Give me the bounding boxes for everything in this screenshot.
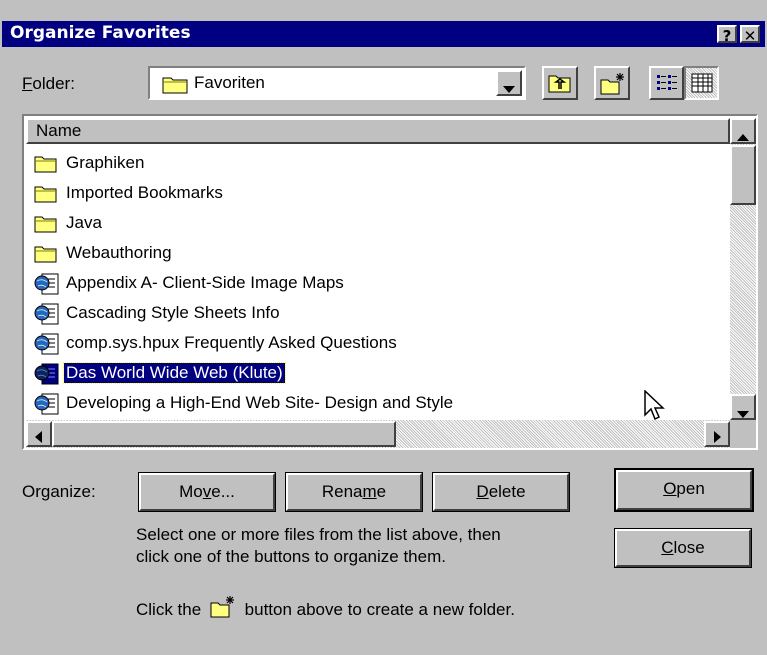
folder-dropdown-button[interactable] [496,70,522,96]
delete-button-face: Delete [433,473,569,511]
hint-text-post: button above to create a new folder. [244,600,515,619]
folder-icon [34,154,58,179]
scroll-right-button[interactable] [704,421,730,447]
favorites-list[interactable]: Name Graphiken Imported Bookmarks Java W… [22,114,758,450]
internet-shortcut-icon [34,302,60,331]
instructions-line-2: click one of the buttons to organize the… [136,547,446,566]
up-one-level-button[interactable] [542,66,578,100]
help-icon: ? [722,27,732,45]
chevron-left-icon [35,428,43,448]
move-label-post: e... [211,482,235,501]
close-label-mnemonic: C [661,538,674,557]
folder-icon [34,214,58,239]
close-icon: ✕ [743,27,757,45]
scroll-up-button[interactable] [730,118,756,144]
rename-button[interactable]: Rename [285,472,423,512]
help-button[interactable]: ? [717,25,737,45]
new-folder-button[interactable] [594,66,630,100]
new-folder-icon [210,596,236,624]
close-button-face: Close [615,529,751,567]
rename-button-face: Rename [286,473,422,511]
new-folder-icon [600,72,626,101]
window-title: Organize Favorites [10,23,191,43]
folder-label-text: older: [32,74,75,93]
details-view-icon [691,73,713,98]
column-header-name[interactable]: Name [26,118,730,144]
folder-label-mnemonic: F [22,74,33,93]
move-label-mnemonic: v [202,482,212,501]
chevron-up-icon [737,127,749,147]
delete-button[interactable]: Delete [432,472,570,512]
delete-label-mnemonic: D [476,482,489,501]
list-item-label: Webauthoring [66,243,172,262]
open-label-post: pen [676,479,705,498]
list-item-label: Imported Bookmarks [66,183,223,202]
organize-label: Organize: [22,482,96,501]
vertical-scrollbar[interactable] [730,118,756,420]
horizontal-scroll-thumb[interactable] [52,421,396,447]
horizontal-scrollbar[interactable] [26,420,730,448]
open-button[interactable]: Open [614,468,754,512]
close-window-button[interactable]: ✕ [740,25,760,45]
list-item-label: Cascading Style Sheets Info [66,303,280,322]
list-view-icon [656,73,678,98]
list-item-label: Das World Wide Web (Klute) [63,362,286,384]
folder-label: Folder: [22,74,75,94]
title-bar[interactable]: Organize Favorites ? ✕ [2,21,765,47]
folder-selected-value: Favoriten [194,73,265,92]
folder-combobox[interactable]: Favoriten [148,66,526,100]
up-one-level-icon [548,72,572,99]
rename-label-pre: Rena [321,482,363,501]
internet-shortcut-icon [34,272,60,301]
internet-shortcut-icon [34,392,60,421]
close-button[interactable]: Close [614,528,752,568]
list-item-label: comp.sys.hpux Frequently Asked Questions [66,333,397,352]
folder-icon [34,184,58,209]
scroll-corner [730,420,756,448]
chevron-down-icon [503,79,515,99]
instructions-text: Select one or more files from the list a… [136,524,501,568]
list-view-button[interactable] [649,66,684,100]
list-item-label: Appendix A- Client-Side Image Maps [66,273,344,292]
rename-label-mnemonic: m [362,482,377,501]
open-label-mnemonic: O [663,479,677,498]
folder-icon [34,244,58,269]
list-item-label: Graphiken [66,153,145,172]
close-label-post: lose [673,538,705,557]
vertical-scroll-thumb[interactable] [730,145,756,205]
delete-label-post: elete [488,482,526,501]
organize-favorites-dialog: Organize Favorites ? ✕ Folder: Favoriten [0,0,767,655]
chevron-right-icon [714,428,722,448]
internet-shortcut-icon [34,362,60,391]
new-folder-hint: Click the button above to create a new f… [136,596,515,624]
scroll-down-button[interactable] [730,394,756,420]
hint-text-pre: Click the [136,600,202,619]
internet-shortcut-icon [34,332,60,361]
list-item-label: Java [66,213,102,232]
move-button[interactable]: Move... [138,472,276,512]
open-button-face: Open [616,470,752,510]
list-item-label: Developing a High-End Web Site- Design a… [66,393,454,412]
move-button-face: Move... [139,473,275,511]
folder-icon [162,74,188,99]
details-view-button[interactable] [684,66,719,100]
instructions-line-1: Select one or more files from the list a… [136,525,501,544]
rename-label-post: e [376,482,387,501]
move-label-pre: Mo [179,482,203,501]
column-header-label: Name [36,121,82,140]
scroll-left-button[interactable] [26,421,52,447]
